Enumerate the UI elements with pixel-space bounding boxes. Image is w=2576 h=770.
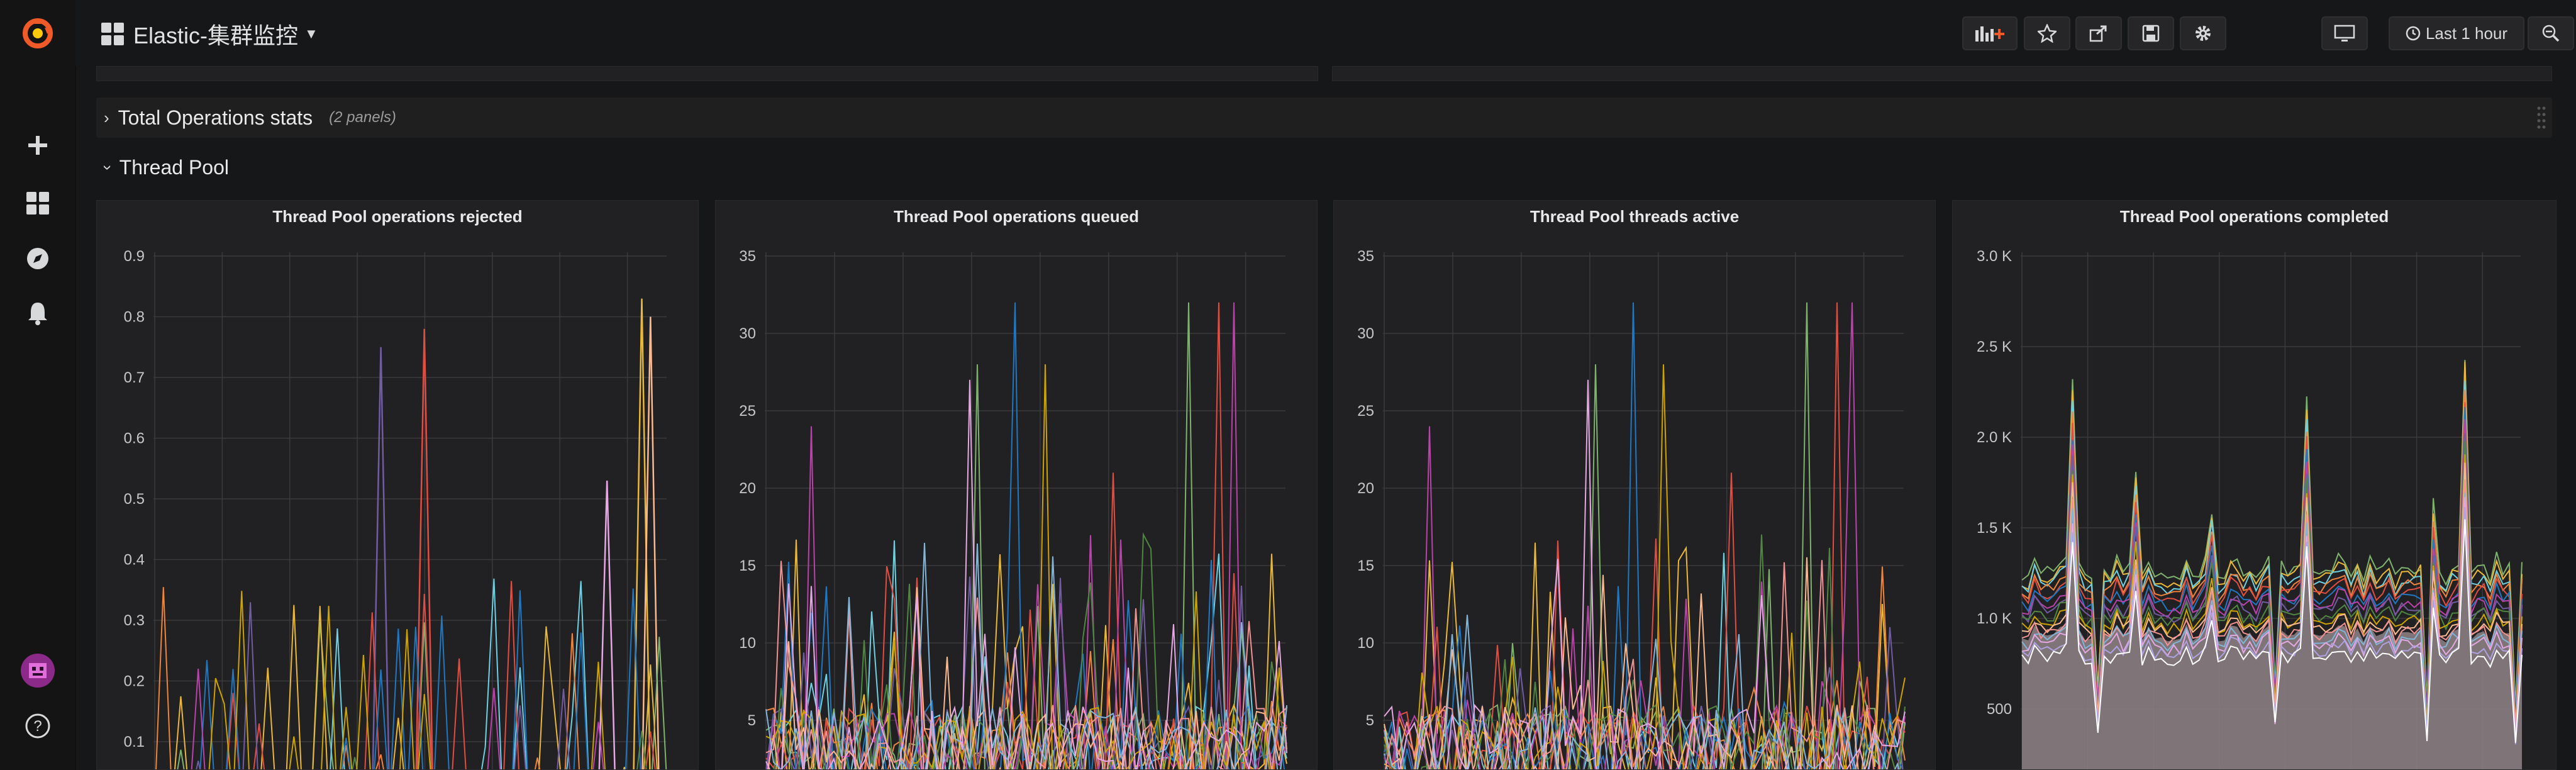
y-tick-label: 30 — [739, 325, 756, 342]
dashboards-icon[interactable] — [0, 187, 75, 220]
share-button[interactable] — [2075, 16, 2122, 50]
y-tick-label: 2.5 K — [1977, 338, 2012, 355]
panel-fragment-left — [96, 66, 1318, 81]
y-tick-label: 35 — [1357, 248, 1374, 265]
star-icon — [2038, 24, 2057, 43]
series-line — [352, 730, 647, 769]
row-title: Thread Pool — [119, 155, 229, 179]
y-tick-label: 0.9 — [124, 248, 145, 265]
clock-icon — [2406, 26, 2421, 41]
y-tick-label: 10 — [1357, 635, 1374, 652]
zoom-out-button[interactable] — [2528, 16, 2574, 50]
series-line — [155, 587, 580, 769]
y-tick-label: 5 — [748, 712, 756, 729]
y-tick-label: 0.7 — [124, 369, 145, 386]
y-tick-label: 15 — [739, 557, 756, 574]
panel-operations-queued[interactable]: Thread Pool operations queued 35 30 25 20 15… — [715, 200, 1318, 770]
help-icon[interactable]: ? — [0, 708, 75, 744]
monitor-icon — [2334, 25, 2355, 42]
y-tick-label: 30 — [1357, 325, 1374, 342]
y-tick-label: 15 — [1357, 557, 1374, 574]
y-tick-label: 25 — [1357, 403, 1374, 420]
y-tick-label: 0.5 — [124, 491, 145, 508]
panel-operations-completed[interactable]: Thread Pool operations completed 3.0 K 2.… — [1952, 200, 2557, 770]
sidebar: ? — [0, 0, 76, 770]
row-thread-pool[interactable]: › Thread Pool — [96, 151, 229, 184]
y-tick-label: 3.0 K — [1977, 248, 2012, 265]
zoom-out-icon — [2542, 25, 2560, 42]
time-picker-button[interactable]: Last 1 hour — [2389, 16, 2524, 50]
y-tick-label: 20 — [1357, 480, 1374, 497]
y-tick-label: 5 — [1366, 712, 1374, 729]
y-tick-label: 0.8 — [124, 309, 145, 326]
add-panel-button[interactable] — [1962, 16, 2018, 50]
chart-operations-queued: 35 30 25 20 15 10 5 — [739, 248, 1287, 769]
bell-icon[interactable] — [0, 297, 75, 330]
drag-handle-icon[interactable] — [2537, 105, 2546, 133]
top-navbar: Elastic-集群监控 ▼ Last 1 hour — [75, 0, 2576, 66]
svg-text:?: ? — [33, 718, 42, 735]
chart-operations-completed: 3.0 K 2.5 K 2.0 K 1.5 K 1.0 K 500 — [1977, 248, 2523, 769]
y-tick-label: 20 — [739, 480, 756, 497]
y-tick-label: 0.4 — [124, 552, 145, 569]
y-tick-label: 2.0 K — [1977, 429, 2012, 446]
explore-compass-icon[interactable] — [0, 242, 75, 275]
dashboard-picker[interactable]: Elastic-集群监控 ▼ — [101, 18, 318, 50]
chart-threads-active: 35 30 25 20 15 10 5 — [1357, 248, 1906, 769]
user-avatar[interactable] — [0, 652, 75, 689]
y-tick-label: 10 — [739, 635, 756, 652]
y-tick-label: 500 — [1987, 701, 2012, 718]
gear-icon — [2196, 26, 2211, 41]
star-button[interactable] — [2024, 16, 2070, 50]
grafana-logo-icon[interactable] — [0, 11, 75, 55]
y-tick-label: 25 — [739, 403, 756, 420]
row-title: Total Operations stats — [118, 106, 313, 129]
y-tick-label: 1.5 K — [1977, 520, 2012, 537]
panel-fragment-right — [1332, 66, 2552, 81]
chevron-down-icon: › — [98, 164, 118, 170]
series-line — [633, 298, 651, 769]
y-tick-label: 1.0 K — [1977, 610, 2012, 627]
chevron-right-icon: › — [104, 108, 109, 127]
caret-down-icon: ▼ — [304, 26, 318, 42]
panel-operations-rejected[interactable]: Thread Pool operations rejected 0.9 0.8 0.… — [96, 200, 699, 770]
y-tick-label: 0.2 — [124, 673, 145, 690]
share-icon — [2089, 25, 2107, 42]
time-range-label: Last 1 hour — [2425, 23, 2508, 43]
y-tick-label: 35 — [739, 248, 756, 265]
row-total-operations-stats[interactable]: › Total Operations stats (2 panels) — [96, 98, 2552, 138]
save-icon — [2142, 25, 2160, 42]
series-line — [199, 588, 641, 769]
settings-button[interactable] — [2180, 16, 2226, 50]
y-tick-label: 0.1 — [124, 734, 145, 750]
save-button[interactable] — [2128, 16, 2174, 50]
y-tick-label: 0.3 — [124, 612, 145, 629]
plus-icon[interactable] — [0, 129, 75, 162]
row-panel-count: (2 panels) — [329, 109, 396, 126]
panel-threads-active[interactable]: Thread Pool threads active 35 30 25 20 15 10 5 — [1333, 200, 1936, 770]
dashboard-title: Elastic-集群监控 — [133, 23, 299, 48]
chart-operations-rejected: 0.9 0.8 0.7 0.6 0.5 0.4 0.3 0.2 0.1 — [124, 248, 667, 769]
add-panel-icon — [1975, 26, 2004, 42]
y-tick-label: 0.6 — [124, 430, 145, 447]
tv-mode-button[interactable] — [2321, 16, 2368, 50]
dashboard-grid-icon — [101, 23, 124, 45]
